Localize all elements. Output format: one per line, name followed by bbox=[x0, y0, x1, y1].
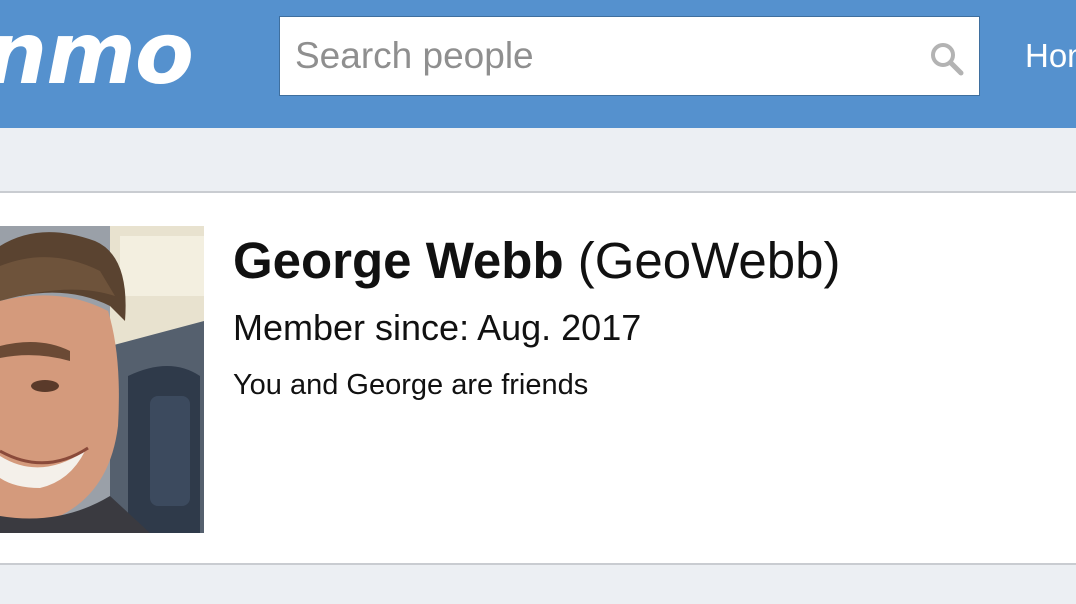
nav-home-link[interactable]: Home bbox=[1025, 36, 1076, 76]
profile-card: George Webb (GeoWebb) Member since: Aug.… bbox=[0, 191, 1076, 565]
search-box[interactable] bbox=[279, 16, 980, 96]
display-name: George Webb bbox=[233, 232, 564, 289]
profile-avatar[interactable] bbox=[0, 226, 204, 533]
search-input[interactable] bbox=[295, 17, 915, 95]
friend-status: You and George are friends bbox=[233, 369, 589, 401]
username: (GeoWebb) bbox=[577, 232, 841, 289]
app-logo[interactable]: nmo bbox=[0, 4, 194, 104]
search-icon[interactable] bbox=[927, 39, 967, 79]
profile-name: George Webb (GeoWebb) bbox=[233, 231, 840, 291]
top-header: nmo Home bbox=[0, 0, 1076, 128]
member-since: Member since: Aug. 2017 bbox=[233, 307, 642, 348]
